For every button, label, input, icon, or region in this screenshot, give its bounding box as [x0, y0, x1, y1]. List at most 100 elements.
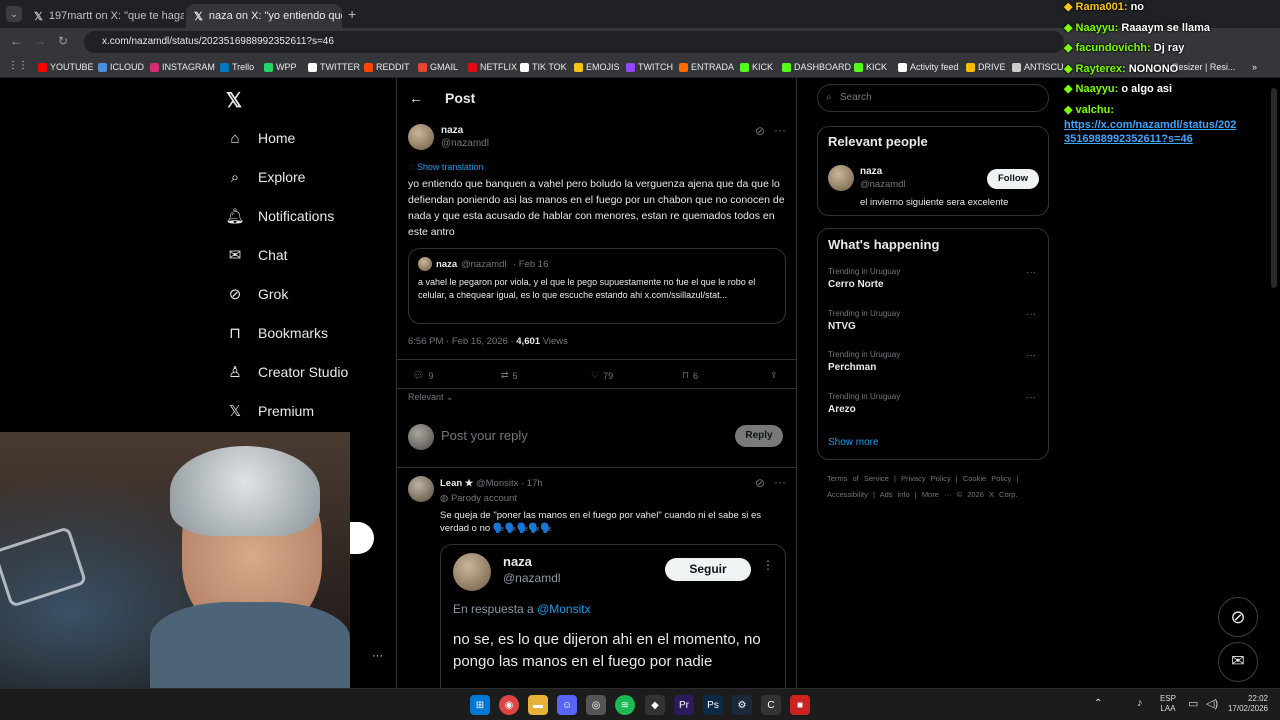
scrollbar[interactable]	[1271, 88, 1277, 288]
more-bookmarks-icon[interactable]: »	[1252, 56, 1257, 78]
premiere-icon[interactable]: Pr	[674, 695, 694, 715]
bookmark-item[interactable]: REDDIT	[364, 56, 410, 78]
follow-button[interactable]: Follow	[987, 169, 1039, 189]
bookmark-item[interactable]: TWITCH	[626, 56, 673, 78]
follow-button[interactable]: Seguir	[665, 558, 751, 581]
start-icon[interactable]: ⊞	[470, 695, 490, 715]
reply-action[interactable]: 💬︎ 9	[413, 370, 433, 381]
sidebar-item-explore[interactable]: ⌕ Explore	[226, 162, 306, 192]
avatar[interactable]	[408, 476, 434, 502]
bookmark-action[interactable]: ⊓ 6	[682, 370, 698, 381]
reload-icon[interactable]: ↻	[58, 34, 68, 48]
search-input[interactable]: ⌕ Search	[817, 84, 1049, 112]
bookmark-item[interactable]: ICLOUD	[98, 56, 144, 78]
grok-icon[interactable]: ⊘	[755, 476, 765, 490]
bookmark-item[interactable]: ENTRADA	[679, 56, 734, 78]
more-icon[interactable]: ⋮	[762, 558, 774, 572]
bookmark-item[interactable]: KICK	[740, 56, 773, 78]
x-logo-icon[interactable]: 𝕏	[226, 88, 242, 113]
author-handle[interactable]: @nazamdl	[441, 138, 489, 149]
person-handle[interactable]: @nazamdl	[860, 179, 906, 190]
chrome-icon[interactable]: ◉	[499, 695, 519, 715]
more-icon[interactable]: ···	[1026, 392, 1036, 403]
apps-icon[interactable]: ⋮⋮	[8, 60, 28, 71]
sidebar-item-grok[interactable]: ⊘ Grok	[226, 279, 289, 309]
sidebar-item-chat[interactable]: ✉ Chat	[226, 240, 288, 270]
trend-item[interactable]: Trending in Uruguay NTVG ···	[828, 309, 1038, 332]
person-name[interactable]: naza	[860, 166, 882, 177]
bookmark-item[interactable]: Trello	[220, 56, 254, 78]
grok-icon[interactable]: ⊘	[755, 124, 765, 138]
more-icon[interactable]: ···	[1026, 309, 1036, 320]
tab-search-button[interactable]: ⌄	[6, 6, 22, 22]
like-action[interactable]: ♡ 79	[591, 370, 613, 381]
bookmark-item[interactable]: TWITTER	[308, 56, 360, 78]
obs-icon[interactable]: ◎	[586, 695, 606, 715]
bookmark-item[interactable]: ANTISCU	[1012, 56, 1064, 78]
folder-icon[interactable]: ▬	[528, 695, 548, 715]
back-icon[interactable]: ←	[10, 34, 22, 48]
bookmark-item[interactable]: Activity feed	[898, 56, 959, 78]
new-tab-button[interactable]: +	[348, 6, 356, 22]
bookmark-item[interactable]: NETFLIX	[468, 56, 517, 78]
tab-2[interactable]: 𝕏 naza on X: "yo entiendo que ba ✕	[186, 4, 342, 28]
show-more-link[interactable]: Show more	[828, 437, 879, 448]
in-reply-handle[interactable]: @Monsitx	[537, 602, 591, 616]
steam-icon[interactable]: ⚙	[732, 695, 752, 715]
show-translation-link[interactable]: ◌ Show translation	[409, 162, 483, 172]
chat-link[interactable]: https://x.com/nazamdl/status/202 35169889…	[1064, 118, 1236, 146]
grok-float-button[interactable]: ⊘	[1218, 597, 1258, 637]
url-field[interactable]: x.com/nazamdl/status/2023516988992352611…	[84, 31, 1064, 53]
app2-icon[interactable]: C	[761, 695, 781, 715]
spotify-icon[interactable]: ≋	[615, 695, 635, 715]
more-icon[interactable]: ···	[1026, 350, 1036, 361]
clock[interactable]: 22:02 17/02/2026	[1224, 694, 1268, 714]
trend-item[interactable]: Trending in Uruguay Perchman ···	[828, 350, 1038, 373]
more-icon[interactable]: ···	[774, 123, 786, 137]
tab-1[interactable]: 𝕏 197martt on X: "que te haga m ✕	[26, 4, 184, 28]
reply-input[interactable]: Post your reply	[441, 428, 528, 443]
bookmark-item[interactable]: KICK	[854, 56, 887, 78]
mic-icon[interactable]: ♪	[1137, 697, 1143, 709]
share-action[interactable]: ⇪	[770, 370, 778, 381]
repost-action[interactable]: ⇄ 5	[501, 370, 518, 381]
more-icon[interactable]: ···	[372, 650, 383, 662]
bookmark-item[interactable]: WPP	[264, 56, 297, 78]
messages-float-button[interactable]: ✉	[1218, 642, 1258, 682]
sidebar-item-premium[interactable]: 𝕏 Premium	[226, 396, 314, 426]
bookmark-item[interactable]: INSTAGRAM	[150, 56, 215, 78]
quote-card[interactable]: naza @nazamdl · Feb 16 a vahel le pegaro…	[408, 248, 786, 324]
back-arrow-icon[interactable]: ←	[409, 90, 423, 106]
more-icon[interactable]: ···	[774, 475, 786, 489]
volume-icon[interactable]: ◁)	[1206, 697, 1218, 710]
bookmark-resizer[interactable]: Resizer | Resi...	[1172, 56, 1235, 78]
wifi-icon[interactable]: ▭	[1188, 697, 1198, 710]
bookmark-item[interactable]: DRIVE	[966, 56, 1006, 78]
trend-item[interactable]: Trending in Uruguay Arezo ···	[828, 392, 1038, 415]
author-name[interactable]: naza	[441, 125, 463, 136]
embedded-post[interactable]: naza @nazamdl Seguir ⋮ En respuesta a @M…	[440, 544, 786, 704]
more-icon[interactable]: ···	[1026, 267, 1036, 278]
sidebar-item-bookmarks[interactable]: ⊓ Bookmarks	[226, 318, 328, 348]
bookmark-item[interactable]: DASHBOARD	[782, 56, 851, 78]
sidebar-item-notifications[interactable]: 🔔︎ Notifications	[225, 201, 334, 231]
app3-icon[interactable]: ■	[790, 695, 810, 715]
reply-author[interactable]: Lean ★ @Monsitx · 17h	[440, 478, 543, 489]
bookmark-item[interactable]: GMAIL	[418, 56, 458, 78]
reply-button[interactable]: Reply	[735, 425, 783, 447]
app-icon[interactable]: ◆	[645, 695, 665, 715]
sort-dropdown[interactable]: Relevant ⌄	[408, 392, 454, 403]
bookmark-item[interactable]: TIK TOK	[520, 56, 567, 78]
trend-item[interactable]: Trending in Uruguay Cerro Norte ···	[828, 267, 1038, 290]
discord-icon[interactable]: ☺	[557, 695, 577, 715]
bookmark-item[interactable]: EMOJIS	[574, 56, 620, 78]
sidebar-item-home[interactable]: ⌂ Home	[226, 123, 295, 153]
bookmark-item[interactable]: YOUTUBE	[38, 56, 94, 78]
avatar[interactable]	[828, 165, 854, 191]
avatar[interactable]	[408, 124, 434, 150]
photoshop-icon[interactable]: Ps	[703, 695, 723, 715]
language-indicator[interactable]: ESP LAA	[1160, 694, 1176, 714]
sidebar-item-creator-studio[interactable]: ♙ Creator Studio	[226, 357, 348, 387]
forward-icon[interactable]: →	[34, 34, 46, 48]
tray-chevron-icon[interactable]: ⌃	[1094, 698, 1102, 709]
